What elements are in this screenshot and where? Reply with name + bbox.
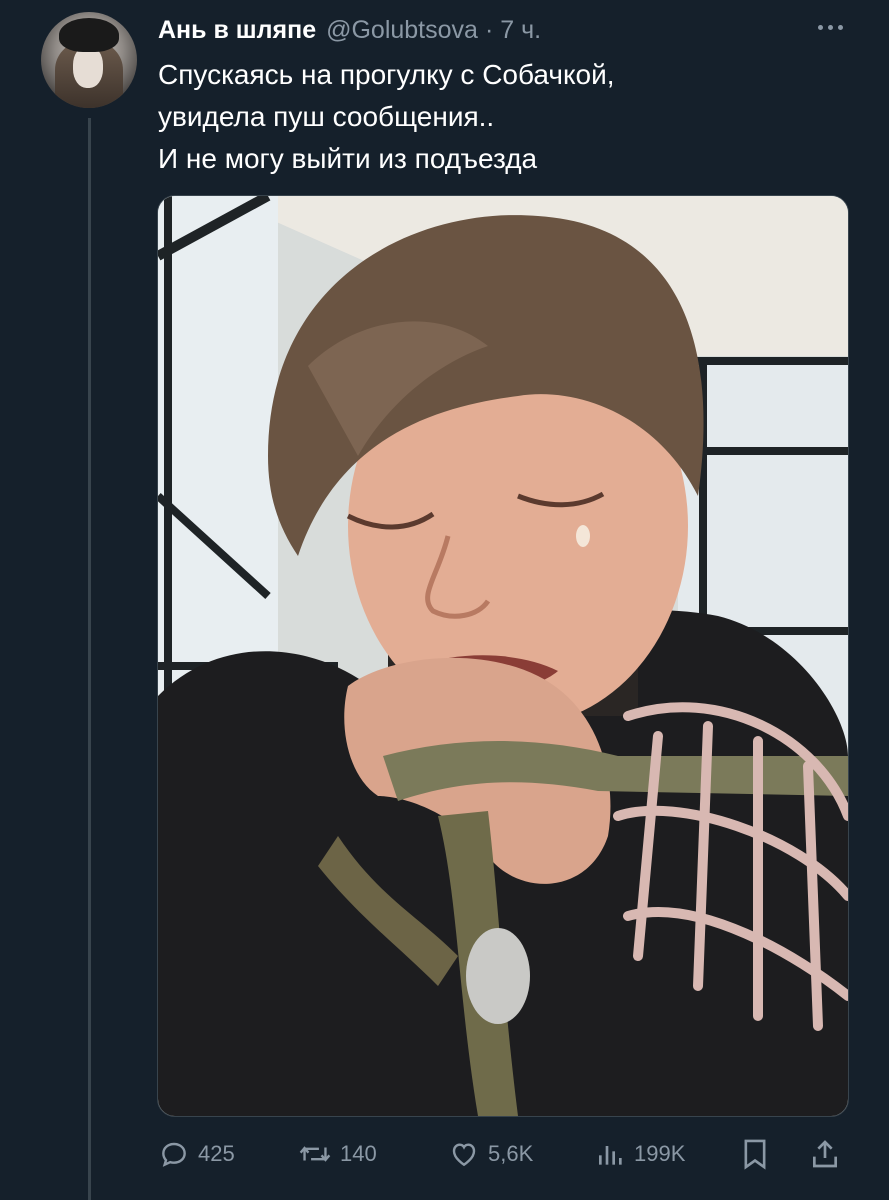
- views-button[interactable]: 199K: [596, 1132, 685, 1176]
- action-bar: 425 140 5,6K 199K: [158, 1132, 848, 1176]
- retweet-button[interactable]: 140: [298, 1132, 377, 1176]
- share-icon: [813, 1140, 837, 1168]
- views-icon: [599, 1146, 622, 1165]
- reply-icon: [162, 1142, 186, 1167]
- tweet-text-line: И не могу выйти из подъезда: [158, 143, 538, 174]
- bookmark-button[interactable]: [740, 1132, 778, 1176]
- share-button[interactable]: [810, 1132, 848, 1176]
- like-count: 5,6K: [488, 1141, 534, 1166]
- heart-icon: [452, 1143, 476, 1167]
- tweet-photo[interactable]: [157, 195, 849, 1117]
- tweet-text: Спускаясь на прогулку с Собачкой, увидел…: [158, 54, 838, 180]
- views-count: 199K: [634, 1141, 686, 1166]
- author-name[interactable]: Ань в шляпе: [158, 16, 316, 45]
- tweet-header: Ань в шляпе @Golubtsova · 7 ч.: [158, 10, 541, 50]
- tweet-text-line: увидела пуш сообщения..: [158, 101, 495, 132]
- tweet-time[interactable]: 7 ч.: [500, 16, 541, 45]
- retweet-count: 140: [340, 1141, 377, 1166]
- more-icon[interactable]: [808, 12, 852, 42]
- tweet-text-line: Спускаясь на прогулку с Собачкой,: [158, 59, 615, 90]
- bookmark-icon: [744, 1139, 766, 1170]
- reply-count: 425: [198, 1141, 235, 1166]
- author-handle[interactable]: @Golubtsova: [326, 16, 478, 45]
- like-button[interactable]: 5,6K: [448, 1132, 533, 1176]
- reply-button[interactable]: 425: [158, 1132, 235, 1176]
- retweet-icon: [299, 1146, 331, 1162]
- thread-line: [88, 118, 91, 1200]
- separator-dot: ·: [484, 15, 494, 44]
- avatar[interactable]: [41, 12, 137, 108]
- photo-illustration: [158, 196, 848, 1116]
